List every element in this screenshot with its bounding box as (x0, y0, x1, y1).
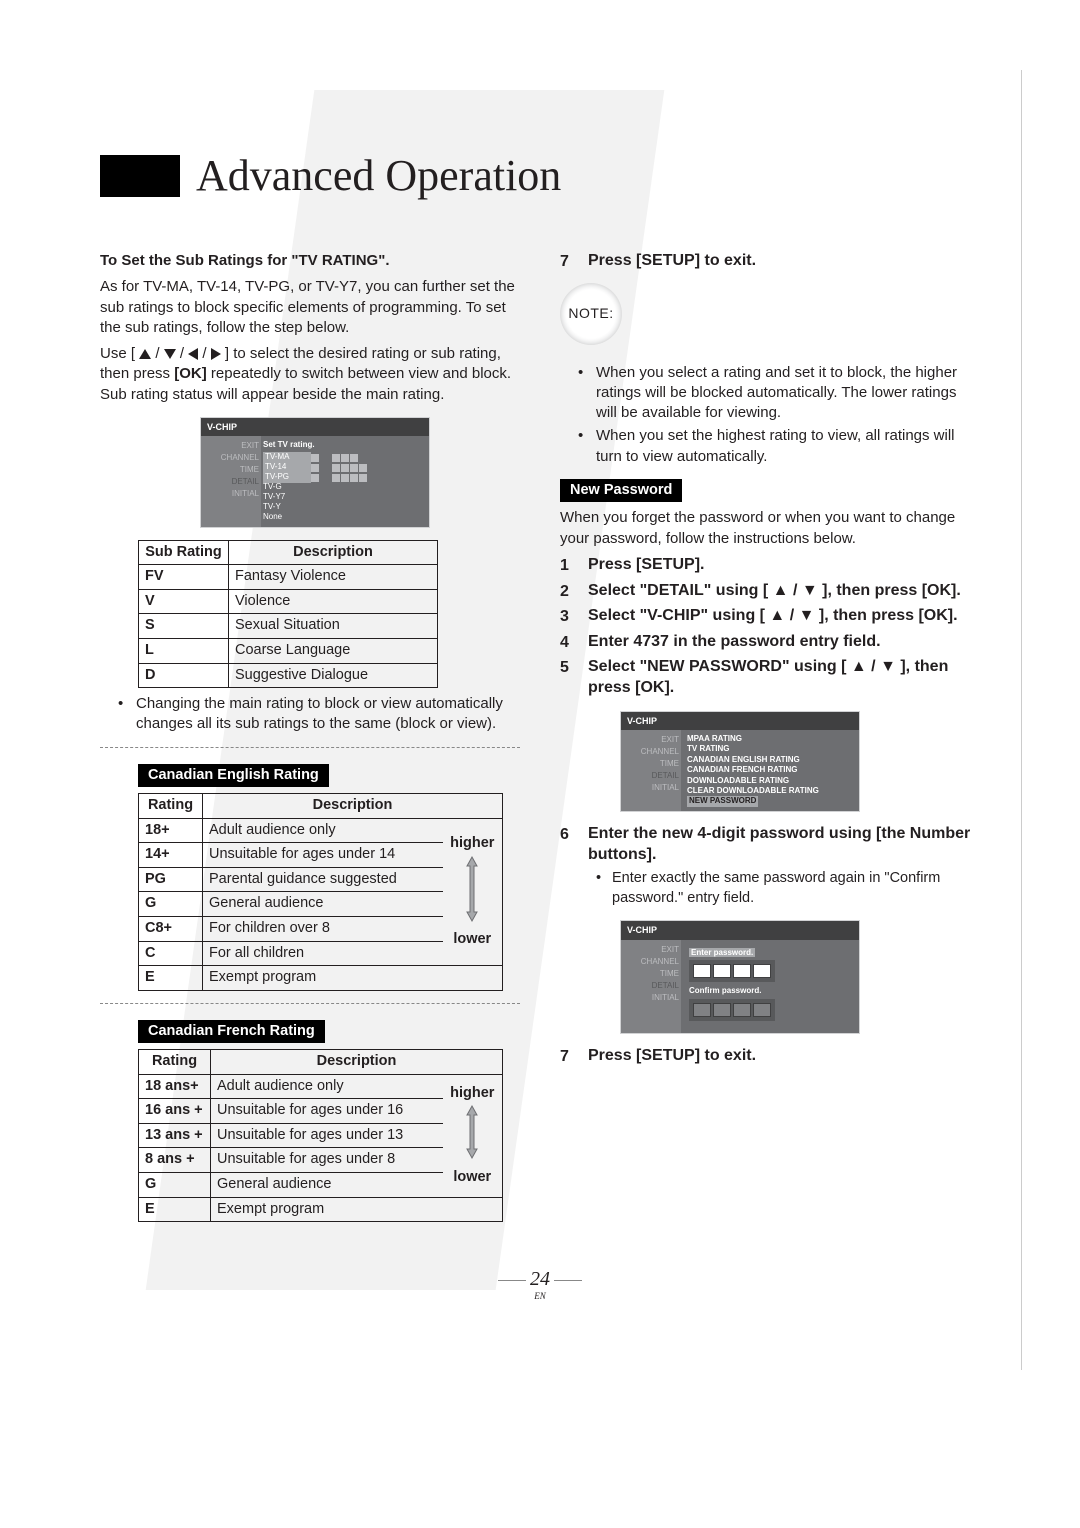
sub-rating-table: Sub RatingDescription FVFantasy Violence… (138, 540, 438, 688)
osd-side-labels: EXIT CHANNEL TIME DETAIL INITIAL (201, 436, 261, 527)
step-1: 1Press [SETUP]. (560, 555, 980, 577)
note-item: When you select a rating and set it to b… (572, 363, 980, 424)
higher-lower-arrow-icon (465, 854, 479, 924)
step-4: 4Enter 4737 in the password entry field. (560, 632, 980, 654)
right-column: 7 Press [SETUP] to exit. NOTE: When you … (560, 251, 980, 1228)
new-password-heading: New Password (560, 479, 682, 503)
osd-password-entry: V-CHIP EXIT CHANNEL TIME DETAIL INITIAL … (620, 920, 860, 1034)
step-5: 5Select "NEW PASSWORD" using [ ▲ / ▼ ], … (560, 657, 980, 699)
title-bar: Advanced Operation (100, 150, 980, 201)
step-7a: 7 Press [SETUP] to exit. (560, 251, 980, 273)
page-number: 24 EN (100, 1268, 980, 1301)
sub-ratings-heading: To Set the Sub Ratings for "TV RATING". (100, 251, 520, 271)
osd-tv-rating: V-CHIP EXIT CHANNEL TIME DETAIL INITIAL … (200, 417, 430, 528)
title-block (100, 155, 180, 197)
page-title: Advanced Operation (196, 150, 561, 201)
step-6-sub: Enter exactly the same password again in… (594, 869, 980, 908)
osd-caption: Set TV rating. (263, 440, 427, 451)
note-badge: NOTE: (560, 283, 622, 345)
osd-vchip-menu: V-CHIP EXIT CHANNEL TIME DETAIL INITIAL … (620, 711, 860, 812)
step-7b: 7Press [SETUP] to exit. (560, 1046, 980, 1068)
canadian-english-table: RatingDescription 18+Adult audience only… (138, 793, 503, 991)
step-6: 6Enter the new 4-digit password using [t… (560, 824, 980, 866)
left-column: To Set the Sub Ratings for "TV RATING". … (100, 251, 520, 1228)
sub-ratings-intro: As for TV-MA, TV-14, TV-PG, or TV-Y7, yo… (100, 277, 520, 338)
step-2: 2Select "DETAIL" using [ ▲ / ▼ ], then p… (560, 581, 980, 603)
sub-rating-note: Changing the main rating to block or vie… (112, 694, 520, 735)
step-3: 3Select "V-CHIP" using [ ▲ / ▼ ], then p… (560, 606, 980, 628)
canadian-french-table: RatingDescription 18 ans+Adult audience … (138, 1049, 503, 1222)
note-item: When you set the highest rating to view,… (572, 426, 980, 467)
osd-tv-rating-title: V-CHIP (201, 418, 429, 436)
canadian-french-heading: Canadian French Rating (138, 1020, 325, 1044)
new-password-intro: When you forget the password or when you… (560, 508, 980, 549)
canadian-english-heading: Canadian English Rating (138, 764, 329, 788)
sub-ratings-use: Use [ / / / ] to select the desired rati… (100, 344, 520, 405)
higher-lower-arrow-icon (465, 1103, 479, 1161)
